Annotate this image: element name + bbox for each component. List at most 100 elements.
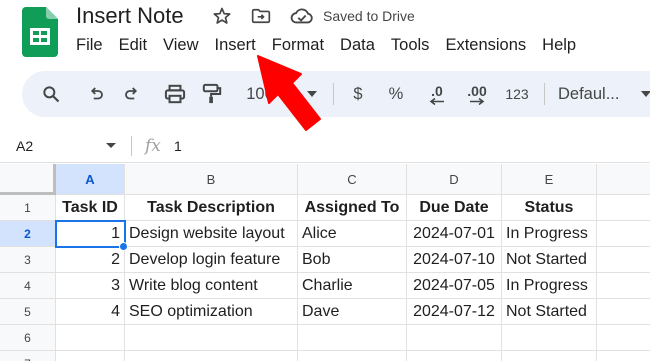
paint-format-icon xyxy=(202,83,222,104)
cell-empty[interactable] xyxy=(298,351,407,361)
function-icon: fx xyxy=(145,136,161,156)
fill-handle[interactable] xyxy=(119,242,128,251)
header-cell-status[interactable]: Status xyxy=(502,195,597,221)
menu-bar: File Edit View Insert Format Data Tools … xyxy=(68,35,584,57)
column-header-f[interactable] xyxy=(597,164,650,195)
decrease-decimal-label: .0 xyxy=(431,82,443,99)
cell-empty[interactable] xyxy=(597,247,650,273)
caret-down-icon xyxy=(641,91,650,97)
menu-file[interactable]: File xyxy=(68,35,111,57)
column-header-d[interactable]: D xyxy=(407,164,502,195)
cell-due-date[interactable]: 2024-07-01 xyxy=(407,221,502,247)
cell-task-id[interactable]: 3 xyxy=(56,273,125,299)
header-cell-task-description[interactable]: Task Description xyxy=(125,195,298,221)
cell-assigned-to[interactable]: Dave xyxy=(298,299,407,325)
cell-task-description[interactable]: Write blog content xyxy=(125,273,298,299)
star-icon[interactable] xyxy=(211,6,233,26)
row-header-3[interactable]: 3 xyxy=(0,247,56,273)
row-header-4[interactable]: 4 xyxy=(0,273,56,299)
cell-empty[interactable] xyxy=(597,221,650,247)
cell-due-date[interactable]: 2024-07-10 xyxy=(407,247,502,273)
cell-empty[interactable] xyxy=(407,325,502,351)
name-box-caret-icon[interactable] xyxy=(106,143,116,148)
paint-format-button[interactable] xyxy=(198,71,226,117)
menu-help[interactable]: Help xyxy=(534,35,584,57)
cell-empty[interactable] xyxy=(597,325,650,351)
search-icon xyxy=(43,86,60,103)
decrease-decimal-button[interactable]: .0 xyxy=(422,71,452,117)
cell-empty[interactable] xyxy=(502,325,597,351)
caret-down-icon xyxy=(307,91,317,97)
header-cell-task-id[interactable]: Task ID xyxy=(56,195,125,221)
cell-empty[interactable] xyxy=(597,273,650,299)
cell-empty[interactable] xyxy=(407,351,502,361)
toolbar-divider xyxy=(333,83,334,105)
cell-status[interactable]: In Progress xyxy=(502,273,597,299)
cell-empty[interactable] xyxy=(56,351,125,361)
move-to-folder-icon[interactable] xyxy=(250,6,272,26)
cell-empty[interactable] xyxy=(298,325,407,351)
cell-due-date[interactable]: 2024-07-05 xyxy=(407,273,502,299)
cell-empty[interactable] xyxy=(56,325,125,351)
row-header-6[interactable]: 6 xyxy=(0,325,56,351)
cell-assigned-to[interactable]: Charlie xyxy=(298,273,407,299)
zoom-dropdown-button[interactable] xyxy=(304,71,320,117)
header-cell-due-date[interactable]: Due Date xyxy=(407,195,502,221)
document-title[interactable]: Insert Note xyxy=(76,3,184,29)
cell-empty[interactable] xyxy=(597,195,650,221)
cell-empty[interactable] xyxy=(502,351,597,361)
arrow-right-icon xyxy=(470,97,485,105)
zoom-select[interactable]: 100 xyxy=(242,71,278,117)
redo-button[interactable] xyxy=(118,71,146,117)
search-menus-button[interactable] xyxy=(36,71,66,117)
formula-input[interactable]: 1 xyxy=(174,138,182,154)
menu-extensions[interactable]: Extensions xyxy=(437,35,534,57)
menu-view[interactable]: View xyxy=(155,35,206,57)
cell-assigned-to[interactable]: Bob xyxy=(298,247,407,273)
header-cell-assigned-to[interactable]: Assigned To xyxy=(298,195,407,221)
cell-due-date[interactable]: 2024-07-12 xyxy=(407,299,502,325)
cell-task-description[interactable]: Design website layout xyxy=(125,221,298,247)
column-header-b[interactable]: B xyxy=(125,164,298,195)
font-dropdown-button[interactable] xyxy=(640,71,650,117)
undo-button[interactable] xyxy=(82,71,110,117)
cell-status[interactable]: In Progress xyxy=(502,221,597,247)
cell-task-id[interactable]: 4 xyxy=(56,299,125,325)
column-header-a[interactable]: A xyxy=(56,164,125,195)
menu-edit[interactable]: Edit xyxy=(111,35,155,57)
name-box[interactable]: A2 xyxy=(16,138,33,154)
cell-empty[interactable] xyxy=(125,325,298,351)
cell-assigned-to[interactable]: Alice xyxy=(298,221,407,247)
cell-status[interactable]: Not Started xyxy=(502,299,597,325)
menu-format[interactable]: Format xyxy=(264,35,332,57)
cell-empty[interactable] xyxy=(125,351,298,361)
font-family-select[interactable]: Defaul... xyxy=(558,71,642,117)
row-header-2[interactable]: 2 xyxy=(0,221,56,247)
menu-data[interactable]: Data xyxy=(332,35,383,57)
cell-task-id[interactable]: 1 xyxy=(56,221,125,247)
redo-icon xyxy=(125,87,138,100)
row-header-1[interactable]: 1 xyxy=(0,195,56,221)
arrow-left-icon xyxy=(429,97,444,105)
cell-status[interactable]: Not Started xyxy=(502,247,597,273)
cell-empty[interactable] xyxy=(597,299,650,325)
cell-task-id[interactable]: 2 xyxy=(56,247,125,273)
cloud-saved-icon[interactable] xyxy=(290,6,314,26)
number-format-button[interactable]: 123 xyxy=(500,71,534,117)
cell-task-description[interactable]: Develop login feature xyxy=(125,247,298,273)
google-sheets-logo-icon[interactable] xyxy=(22,7,58,57)
column-header-c[interactable]: C xyxy=(298,164,407,195)
formula-bar-divider xyxy=(131,136,132,156)
select-all-corner[interactable] xyxy=(0,164,56,195)
format-percent-button[interactable]: % xyxy=(384,71,408,117)
increase-decimal-button[interactable]: .00 xyxy=(460,71,494,117)
row-header-5[interactable]: 5 xyxy=(0,299,56,325)
cell-empty[interactable] xyxy=(597,351,650,361)
column-header-e[interactable]: E xyxy=(502,164,597,195)
menu-tools[interactable]: Tools xyxy=(383,35,438,57)
menu-insert[interactable]: Insert xyxy=(207,35,264,57)
format-currency-button[interactable]: $ xyxy=(348,71,368,117)
row-header-7[interactable]: 7 xyxy=(0,351,56,361)
print-button[interactable] xyxy=(160,71,190,117)
cell-task-description[interactable]: SEO optimization xyxy=(125,299,298,325)
